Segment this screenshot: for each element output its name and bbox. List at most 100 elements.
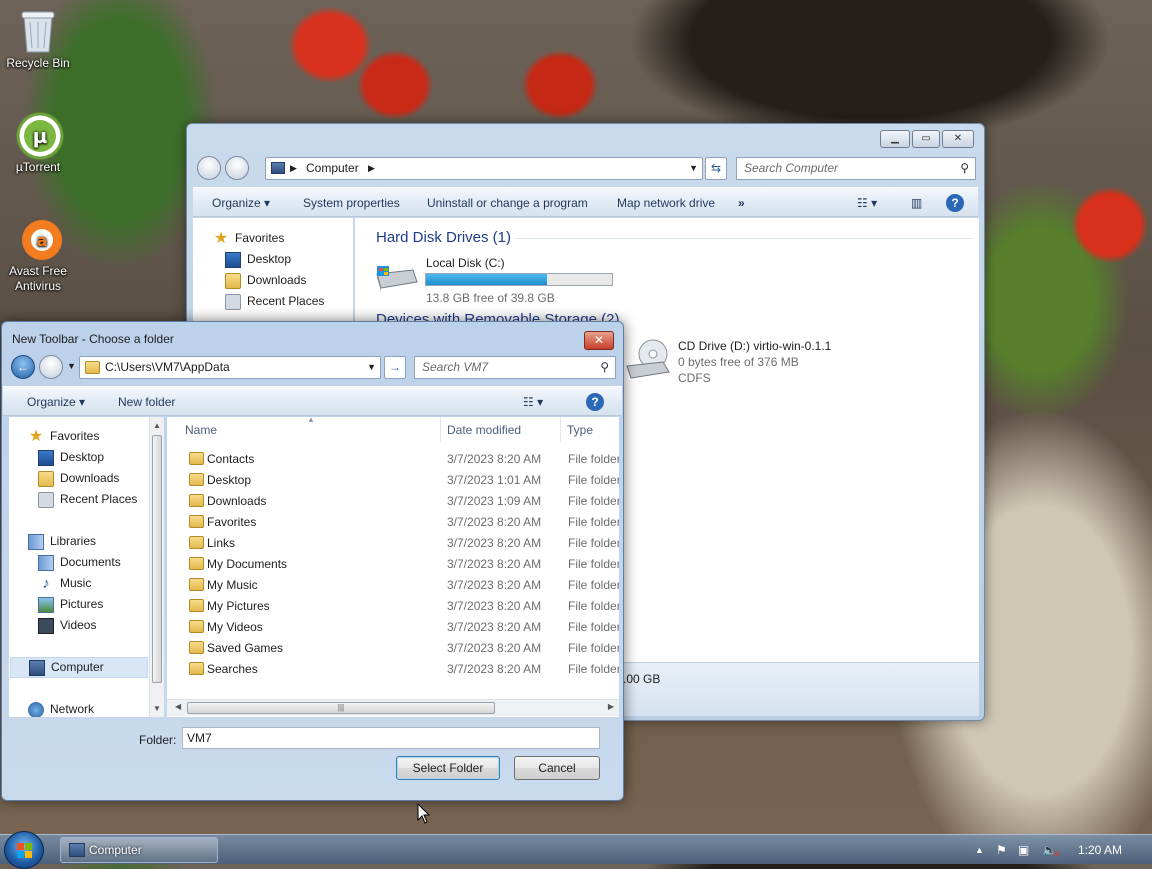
view-options-icon[interactable]: ☷ ▾	[857, 188, 877, 218]
system-properties-button[interactable]: System properties	[303, 188, 400, 218]
scroll-thumb[interactable]	[152, 435, 162, 683]
minimize-button[interactable]: ▁	[880, 130, 910, 148]
dialog-address-bar[interactable]: C:\Users\VM7\AppData ▼	[79, 356, 381, 379]
drive-d[interactable]: CD Drive (D:) virtio-win-0.1.1 0 bytes f…	[625, 336, 865, 386]
file-name: My Videos	[207, 620, 263, 634]
file-row[interactable]: Desktop 3/7/2023 1:01 AM File folder	[167, 470, 619, 491]
action-center-flag-icon[interactable]: ⚑	[996, 835, 1007, 865]
desktop-icon-label: µTorrent	[15, 160, 61, 174]
network-icon	[28, 701, 44, 717]
address-bar[interactable]: ▶ Computer ▶ ▼	[265, 157, 703, 180]
h-scroll-thumb[interactable]: |||	[187, 702, 495, 714]
nav-desktop[interactable]: Desktop	[38, 447, 104, 468]
preview-pane-icon[interactable]: ▥	[911, 188, 922, 218]
back-button[interactable]: ←	[11, 355, 35, 379]
help-icon[interactable]: ?	[586, 393, 604, 411]
file-row[interactable]: My Pictures 3/7/2023 8:20 AM File folder	[167, 596, 619, 617]
file-row[interactable]: My Music 3/7/2023 8:20 AM File folder	[167, 575, 619, 596]
nav-downloads[interactable]: Downloads	[38, 468, 119, 489]
command-bar: Organize ▾ System properties Uninstall o…	[193, 187, 978, 217]
search-input[interactable]: Search Computer ⚲	[736, 157, 976, 180]
nav-favorites[interactable]: ★ Favorites	[28, 426, 100, 447]
file-date: 3/7/2023 8:20 AM	[447, 641, 542, 655]
star-icon: ★	[213, 229, 229, 247]
file-row[interactable]: Contacts 3/7/2023 8:20 AM File folder	[167, 449, 619, 470]
select-folder-button[interactable]: Select Folder	[396, 756, 500, 780]
nav-pictures[interactable]: Pictures	[38, 594, 103, 615]
go-button[interactable]: →	[384, 356, 406, 379]
nav-videos[interactable]: Videos	[38, 615, 96, 636]
file-row[interactable]: My Documents 3/7/2023 8:20 AM File folder	[167, 554, 619, 575]
clock[interactable]: 1:20 AM	[1078, 835, 1122, 865]
network-tray-icon[interactable]: ▣	[1018, 835, 1029, 865]
file-date: 3/7/2023 8:20 AM	[447, 515, 542, 529]
folder-icon	[189, 620, 204, 633]
horizontal-scrollbar[interactable]: ◀ ||| ▶	[167, 699, 619, 716]
close-button[interactable]: ✕	[942, 130, 974, 148]
file-row[interactable]: Links 3/7/2023 8:20 AM File folder	[167, 533, 619, 554]
drive-c-name: Local Disk (C:)	[426, 256, 505, 270]
nav-scrollbar[interactable]: ▲ ▼	[149, 417, 164, 717]
file-row[interactable]: Downloads 3/7/2023 1:09 AM File folder	[167, 491, 619, 512]
folder-icon	[189, 452, 204, 465]
file-row[interactable]: Saved Games 3/7/2023 8:20 AM File folder	[167, 638, 619, 659]
dialog-close-button[interactable]: ✕	[584, 331, 614, 350]
chevron-down-icon[interactable]: ▼	[367, 357, 376, 378]
organize-menu[interactable]: Organize ▾	[27, 387, 85, 417]
scroll-left-icon[interactable]: ◀	[175, 702, 181, 711]
recent-places-icon	[225, 293, 241, 310]
uninstall-button[interactable]: Uninstall or change a program	[427, 188, 588, 218]
volume-muted-icon[interactable]: 🔈✕	[1042, 835, 1065, 865]
more-commands-button[interactable]: »	[738, 188, 745, 218]
utorrent-icon: µ	[16, 112, 64, 160]
folder-input[interactable]: VM7	[182, 727, 600, 749]
nav-computer[interactable]: Computer	[10, 657, 148, 678]
nav-network[interactable]: Network	[28, 699, 94, 717]
file-row[interactable]: Favorites 3/7/2023 8:20 AM File folder	[167, 512, 619, 533]
folder-icon	[85, 361, 100, 374]
map-network-drive-button[interactable]: Map network drive	[617, 188, 715, 218]
back-button[interactable]	[197, 156, 221, 180]
nav-documents[interactable]: Documents	[38, 552, 121, 573]
show-hidden-icons-button[interactable]: ▲	[975, 835, 984, 865]
file-date: 3/7/2023 8:20 AM	[447, 578, 542, 592]
scroll-down-icon[interactable]: ▼	[150, 704, 164, 713]
nav-favorites[interactable]: ★ Favorites	[213, 228, 285, 249]
column-header-date[interactable]: Date modified	[441, 417, 561, 443]
folder-icon	[189, 641, 204, 654]
refresh-button[interactable]: ⇆	[705, 157, 727, 180]
maximize-button[interactable]: ▭	[912, 130, 940, 148]
nav-libraries[interactable]: Libraries	[28, 531, 96, 552]
organize-menu[interactable]: Organize ▾	[212, 188, 270, 218]
nav-recent-places[interactable]: Recent Places	[38, 489, 137, 510]
group-header-hdd[interactable]: Hard Disk Drives (1)	[376, 229, 511, 246]
chevron-down-icon[interactable]: ▼	[689, 158, 698, 179]
scroll-up-icon[interactable]: ▲	[150, 421, 164, 430]
nav-recent-places[interactable]: Recent Places	[225, 291, 324, 312]
desktop-icon-avast[interactable]: a Avast Free Antivirus	[0, 216, 76, 294]
cancel-button[interactable]: Cancel	[514, 756, 600, 780]
file-row[interactable]: My Videos 3/7/2023 8:20 AM File folder	[167, 617, 619, 638]
taskbar-item-computer[interactable]: Computer	[60, 837, 218, 863]
desktop-icon-recycle-bin[interactable]: Recycle Bin	[0, 8, 76, 71]
breadcrumb[interactable]: Computer	[306, 158, 359, 179]
forward-button[interactable]	[225, 156, 249, 180]
nav-desktop[interactable]: Desktop	[225, 249, 291, 270]
nav-downloads[interactable]: Downloads	[225, 270, 306, 291]
new-folder-button[interactable]: New folder	[118, 387, 175, 417]
scroll-right-icon[interactable]: ▶	[608, 702, 614, 711]
view-options-icon[interactable]: ☷ ▾	[523, 387, 543, 417]
forward-button[interactable]	[39, 355, 63, 379]
file-date: 3/7/2023 8:20 AM	[447, 599, 542, 613]
column-header-type[interactable]: Type	[561, 417, 619, 443]
dialog-search-input[interactable]: Search VM7 ⚲	[414, 356, 616, 379]
nav-music[interactable]: ♪ Music	[38, 573, 91, 594]
start-button[interactable]	[4, 831, 44, 869]
drive-d-name: CD Drive (D:) virtio-win-0.1.1	[678, 339, 832, 353]
help-icon[interactable]: ?	[946, 194, 964, 212]
file-row[interactable]: Searches 3/7/2023 8:20 AM File folder	[167, 659, 619, 680]
desktop-icon-utorrent[interactable]: µ µTorrent	[0, 112, 76, 175]
drive-c[interactable]: Local Disk (C:) 13.8 GB free of 39.8 GB	[371, 254, 621, 305]
file-type: File folder	[568, 557, 619, 571]
recent-pages-icon[interactable]: ▼	[67, 361, 76, 371]
